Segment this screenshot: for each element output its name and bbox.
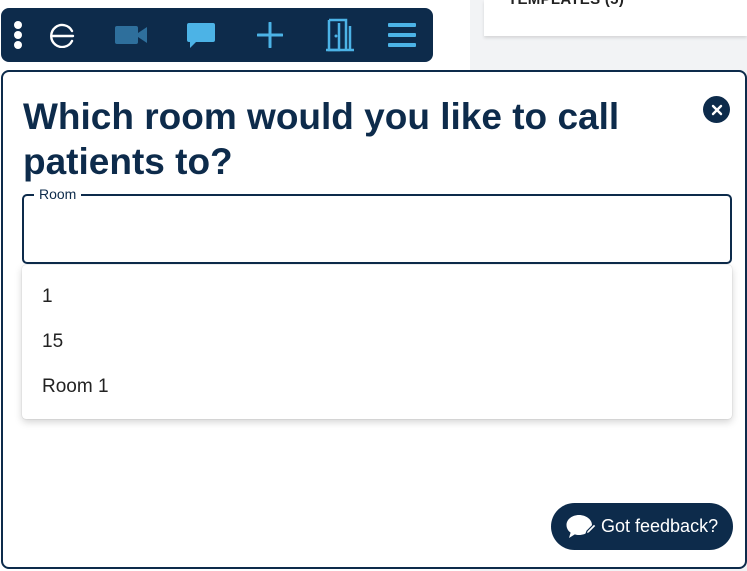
feedback-chat-icon xyxy=(566,515,597,538)
modal-title: Which room would you like to call patien… xyxy=(23,96,620,182)
room-select-field[interactable]: Room xyxy=(22,186,732,264)
close-button[interactable] xyxy=(703,96,730,123)
room-door-button[interactable] xyxy=(323,8,357,62)
room-option[interactable]: 1 xyxy=(42,286,53,308)
home-logo-button[interactable] xyxy=(45,8,79,62)
room-option[interactable]: 15 xyxy=(42,331,63,353)
feedback-button-label: Got feedback? xyxy=(601,516,719,536)
call-patients-modal: Which room would you like to call patien… xyxy=(1,70,747,569)
room-options-dropdown: 1 15 Room 1 xyxy=(22,265,732,419)
more-options-button[interactable] xyxy=(3,8,33,62)
templates-card[interactable]: TEMPLATES (5) xyxy=(484,0,747,36)
feedback-button[interactable]: Got feedback? xyxy=(551,503,733,550)
menu-icon xyxy=(388,23,416,47)
room-field-label: Room xyxy=(34,186,82,202)
main-menu-button[interactable] xyxy=(385,8,419,62)
video-camera-icon xyxy=(115,26,147,44)
door-icon xyxy=(326,18,354,52)
toolbar xyxy=(1,8,433,62)
room-input[interactable] xyxy=(38,214,718,244)
video-call-button[interactable] xyxy=(111,8,151,62)
chat-icon xyxy=(187,23,215,48)
logo-e-icon xyxy=(50,23,75,48)
more-vertical-icon xyxy=(14,21,22,49)
templates-card-label: TEMPLATES (5) xyxy=(508,0,624,8)
add-button[interactable] xyxy=(253,8,287,62)
plus-icon xyxy=(257,22,283,48)
room-option[interactable]: Room 1 xyxy=(42,376,109,398)
close-icon xyxy=(711,104,722,115)
chat-button[interactable] xyxy=(182,8,220,62)
